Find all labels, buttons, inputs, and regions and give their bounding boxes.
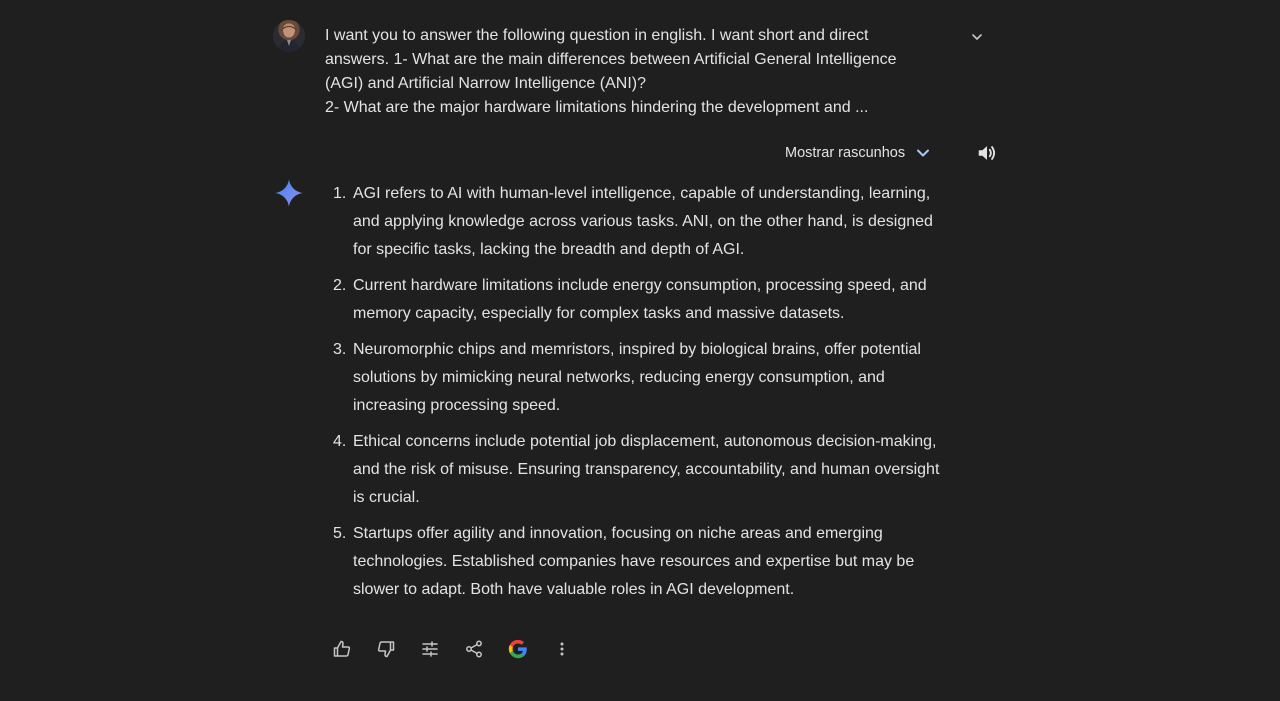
chat-page: I want you to answer the following quest… (0, 0, 1280, 701)
list-item: 3. Neuromorphic chips and memristors, in… (325, 336, 950, 420)
google-g-icon (508, 639, 527, 659)
modify-response-button[interactable] (410, 634, 450, 664)
list-number: 3. (333, 341, 347, 358)
chevron-down-icon (972, 34, 982, 40)
user-avatar (273, 20, 305, 52)
thumbs-up-icon (333, 640, 351, 657)
list-number: 5. (333, 525, 347, 542)
list-item: 4. Ethical concerns include potential jo… (325, 428, 950, 512)
gemini-sparkle-icon (274, 178, 304, 208)
share-icon (466, 640, 482, 658)
double-check-google-button[interactable] (498, 634, 538, 664)
share-button[interactable] (454, 634, 494, 664)
show-drafts-label: Mostrar rascunhos (785, 145, 906, 161)
speaker-icon (978, 146, 996, 160)
list-item: 1. AGI refers to AI with human-level int… (325, 180, 950, 264)
thumbs-down-icon (377, 641, 395, 658)
more-options-button[interactable] (542, 634, 582, 664)
response-list: 1. AGI refers to AI with human-level int… (325, 180, 950, 604)
user-prompt: I want you to answer the following quest… (325, 24, 925, 120)
prompt-line: 2- What are the major hardware limitatio… (325, 99, 869, 116)
list-number: 4. (333, 433, 347, 450)
list-number: 1. (333, 185, 347, 202)
list-item: 2. Current hardware limitations include … (325, 272, 950, 328)
thumbs-down-button[interactable] (366, 634, 406, 664)
expand-prompt-button[interactable] (965, 25, 989, 49)
list-item-text: Neuromorphic chips and memristors, inspi… (353, 341, 921, 414)
tune-icon (422, 641, 438, 657)
list-item-text: AGI refers to AI with human-level intell… (353, 185, 933, 258)
show-drafts-button[interactable]: Mostrar rascunhos (779, 139, 939, 167)
list-item-text: Current hardware limitations include ene… (353, 277, 927, 322)
prompt-line: (AGI) and Artificial Narrow Intelligence… (325, 75, 646, 92)
more-vert-icon (560, 642, 564, 656)
list-number: 2. (333, 277, 347, 294)
list-item-text: Startups offer agility and innovation, f… (353, 525, 915, 598)
prompt-line: answers. 1- What are the main difference… (325, 51, 897, 68)
prompt-line: I want you to answer the following quest… (325, 27, 869, 44)
response-content: 1. AGI refers to AI with human-level int… (325, 180, 950, 612)
list-item-text: Ethical concerns include potential job d… (353, 433, 940, 506)
thumbs-up-button[interactable] (322, 634, 362, 664)
read-aloud-button[interactable] (974, 140, 1000, 166)
chevron-down-icon (913, 143, 933, 163)
response-actions (322, 634, 582, 664)
list-item: 5. Startups offer agility and innovation… (325, 520, 950, 604)
